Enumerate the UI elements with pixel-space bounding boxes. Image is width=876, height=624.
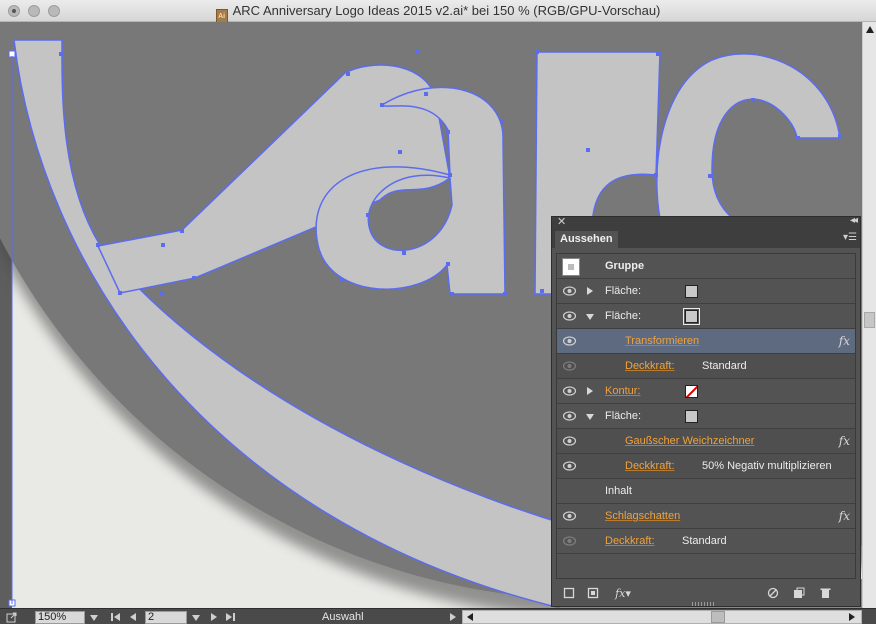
first-artboard-icon[interactable]: [114, 613, 120, 621]
tab-aussehen[interactable]: Aussehen: [555, 231, 618, 248]
effect-link[interactable]: Gaußscher Weichzeichner: [625, 435, 754, 447]
row-label: Fläche:: [605, 410, 642, 422]
window-title: ARC Anniversary Logo Ideas 2015 v2.ai* b…: [232, 3, 661, 18]
panel-header-strip: ✕ ◂◂: [552, 215, 860, 229]
scroll-right-arrow-icon[interactable]: [849, 613, 855, 621]
opacity-link[interactable]: Deckkraft:: [625, 460, 675, 472]
minimize-window-button[interactable]: [28, 5, 40, 17]
appearance-row-fill[interactable]: Fläche:: [557, 404, 855, 429]
close-window-button[interactable]: [8, 5, 20, 17]
visibility-eye-icon: [563, 361, 576, 371]
appearance-row-fill[interactable]: Fläche:: [557, 279, 855, 304]
clear-appearance-icon[interactable]: [766, 587, 780, 601]
effect-link[interactable]: Schlagschatten: [605, 510, 680, 522]
panel-menu-icon[interactable]: ▾☰: [843, 232, 857, 243]
last-artboard-bar-icon[interactable]: [233, 613, 235, 621]
visibility-eye-icon[interactable]: [563, 311, 576, 321]
artboard-number-field[interactable]: 2: [145, 611, 187, 624]
row-label: Fläche:: [605, 285, 642, 297]
visibility-eye-icon[interactable]: [563, 286, 576, 296]
appearance-row-effect-blur[interactable]: Gaußscher Weichzeichner fx: [557, 429, 855, 454]
appearance-row-fill[interactable]: Fläche:: [557, 304, 855, 329]
visibility-eye-icon[interactable]: [563, 411, 576, 421]
appearance-row-effect-transform[interactable]: Transformieren fx: [557, 329, 855, 354]
horizontal-scrollbar[interactable]: [462, 610, 862, 624]
opacity-link[interactable]: Deckkraft:: [605, 535, 655, 547]
stroke-none-swatch[interactable]: [685, 385, 698, 398]
opacity-value: Standard: [702, 360, 747, 372]
expand-triangle-icon[interactable]: [587, 387, 593, 395]
fx-icon[interactable]: fx: [839, 334, 850, 348]
visibility-eye-icon[interactable]: [563, 336, 576, 346]
horizontal-scroll-thumb[interactable]: [711, 611, 725, 623]
collapse-triangle-icon[interactable]: [586, 314, 594, 320]
current-tool-label: Auswahl: [322, 611, 364, 623]
fx-icon[interactable]: fx: [839, 509, 850, 523]
appearance-row-effect-dropshadow[interactable]: Schlagschatten fx: [557, 504, 855, 529]
last-artboard-icon[interactable]: [226, 613, 232, 621]
close-panel-icon[interactable]: ✕: [557, 215, 566, 228]
appearance-panel: ✕ ◂◂ Aussehen ▾☰ Gruppe Fläche: Fläche: …: [551, 215, 861, 607]
vertical-scroll-thumb[interactable]: [864, 312, 875, 328]
appearance-row-stroke[interactable]: Kontur:: [557, 379, 855, 404]
fill-swatch[interactable]: [683, 308, 700, 325]
group-thumbnail-icon: [562, 258, 580, 276]
row-label: Gruppe: [605, 260, 645, 272]
export-share-icon[interactable]: [6, 611, 18, 623]
previous-artboard-icon[interactable]: [130, 613, 136, 621]
panel-resize-grip[interactable]: [692, 602, 716, 606]
stroke-link[interactable]: Kontur:: [605, 385, 640, 397]
appearance-list: Gruppe Fläche: Fläche: Transformieren fx: [556, 253, 856, 579]
visibility-eye-icon[interactable]: [563, 461, 576, 471]
add-new-fill-icon[interactable]: [586, 587, 600, 601]
vertical-scrollbar[interactable]: [862, 22, 876, 608]
status-bar: 150% 2 Auswahl: [0, 608, 876, 624]
add-new-stroke-icon[interactable]: [562, 587, 576, 601]
illustrator-window: Ai ARC Anniversary Logo Ideas 2015 v2.ai*…: [0, 0, 876, 624]
add-effect-fx-icon[interactable]: fx▾: [612, 587, 634, 601]
fill-swatch[interactable]: [685, 410, 698, 423]
artboard-dropdown-arrow-icon[interactable]: [192, 615, 200, 621]
scroll-left-arrow-icon[interactable]: [467, 613, 473, 621]
appearance-row-opacity[interactable]: Deckkraft: 50% Negativ multiplizieren: [557, 454, 855, 479]
fill-swatch[interactable]: [685, 285, 698, 298]
visibility-eye-icon[interactable]: [563, 386, 576, 396]
fx-icon[interactable]: fx: [839, 434, 850, 448]
scroll-up-arrow-icon[interactable]: [866, 26, 874, 33]
first-artboard-bar-icon[interactable]: [111, 613, 113, 621]
zoom-dropdown-arrow-icon[interactable]: [90, 615, 98, 621]
opacity-value: Standard: [682, 535, 727, 547]
duplicate-item-icon[interactable]: [792, 587, 806, 601]
visibility-eye-icon[interactable]: [563, 436, 576, 446]
collapse-triangle-icon[interactable]: [586, 414, 594, 420]
effect-link[interactable]: Transformieren: [625, 335, 699, 347]
expand-triangle-icon[interactable]: [587, 287, 593, 295]
appearance-row-group[interactable]: Gruppe: [557, 254, 855, 279]
next-artboard-icon[interactable]: [211, 613, 217, 621]
visibility-eye-icon[interactable]: [563, 511, 576, 521]
appearance-row-contents[interactable]: Inhalt: [557, 479, 855, 504]
row-label: Inhalt: [605, 485, 632, 497]
visibility-eye-icon: [563, 536, 576, 546]
panel-tab-bar: Aussehen ▾☰: [552, 229, 860, 248]
title-bar: Ai ARC Anniversary Logo Ideas 2015 v2.ai*…: [0, 0, 876, 24]
zoom-window-button[interactable]: [48, 5, 60, 17]
zoom-level-field[interactable]: 150%: [35, 611, 85, 624]
trash-icon[interactable]: [818, 587, 832, 601]
row-label: Fläche:: [605, 310, 642, 322]
opacity-value: 50% Negativ multiplizieren: [702, 460, 832, 472]
appearance-row-opacity[interactable]: Deckkraft: Standard: [557, 529, 855, 554]
opacity-link[interactable]: Deckkraft:: [625, 360, 675, 372]
status-menu-arrow-icon[interactable]: [450, 613, 456, 621]
collapse-panel-icon[interactable]: ◂◂: [850, 215, 858, 226]
appearance-row-opacity[interactable]: Deckkraft: Standard: [557, 354, 855, 379]
